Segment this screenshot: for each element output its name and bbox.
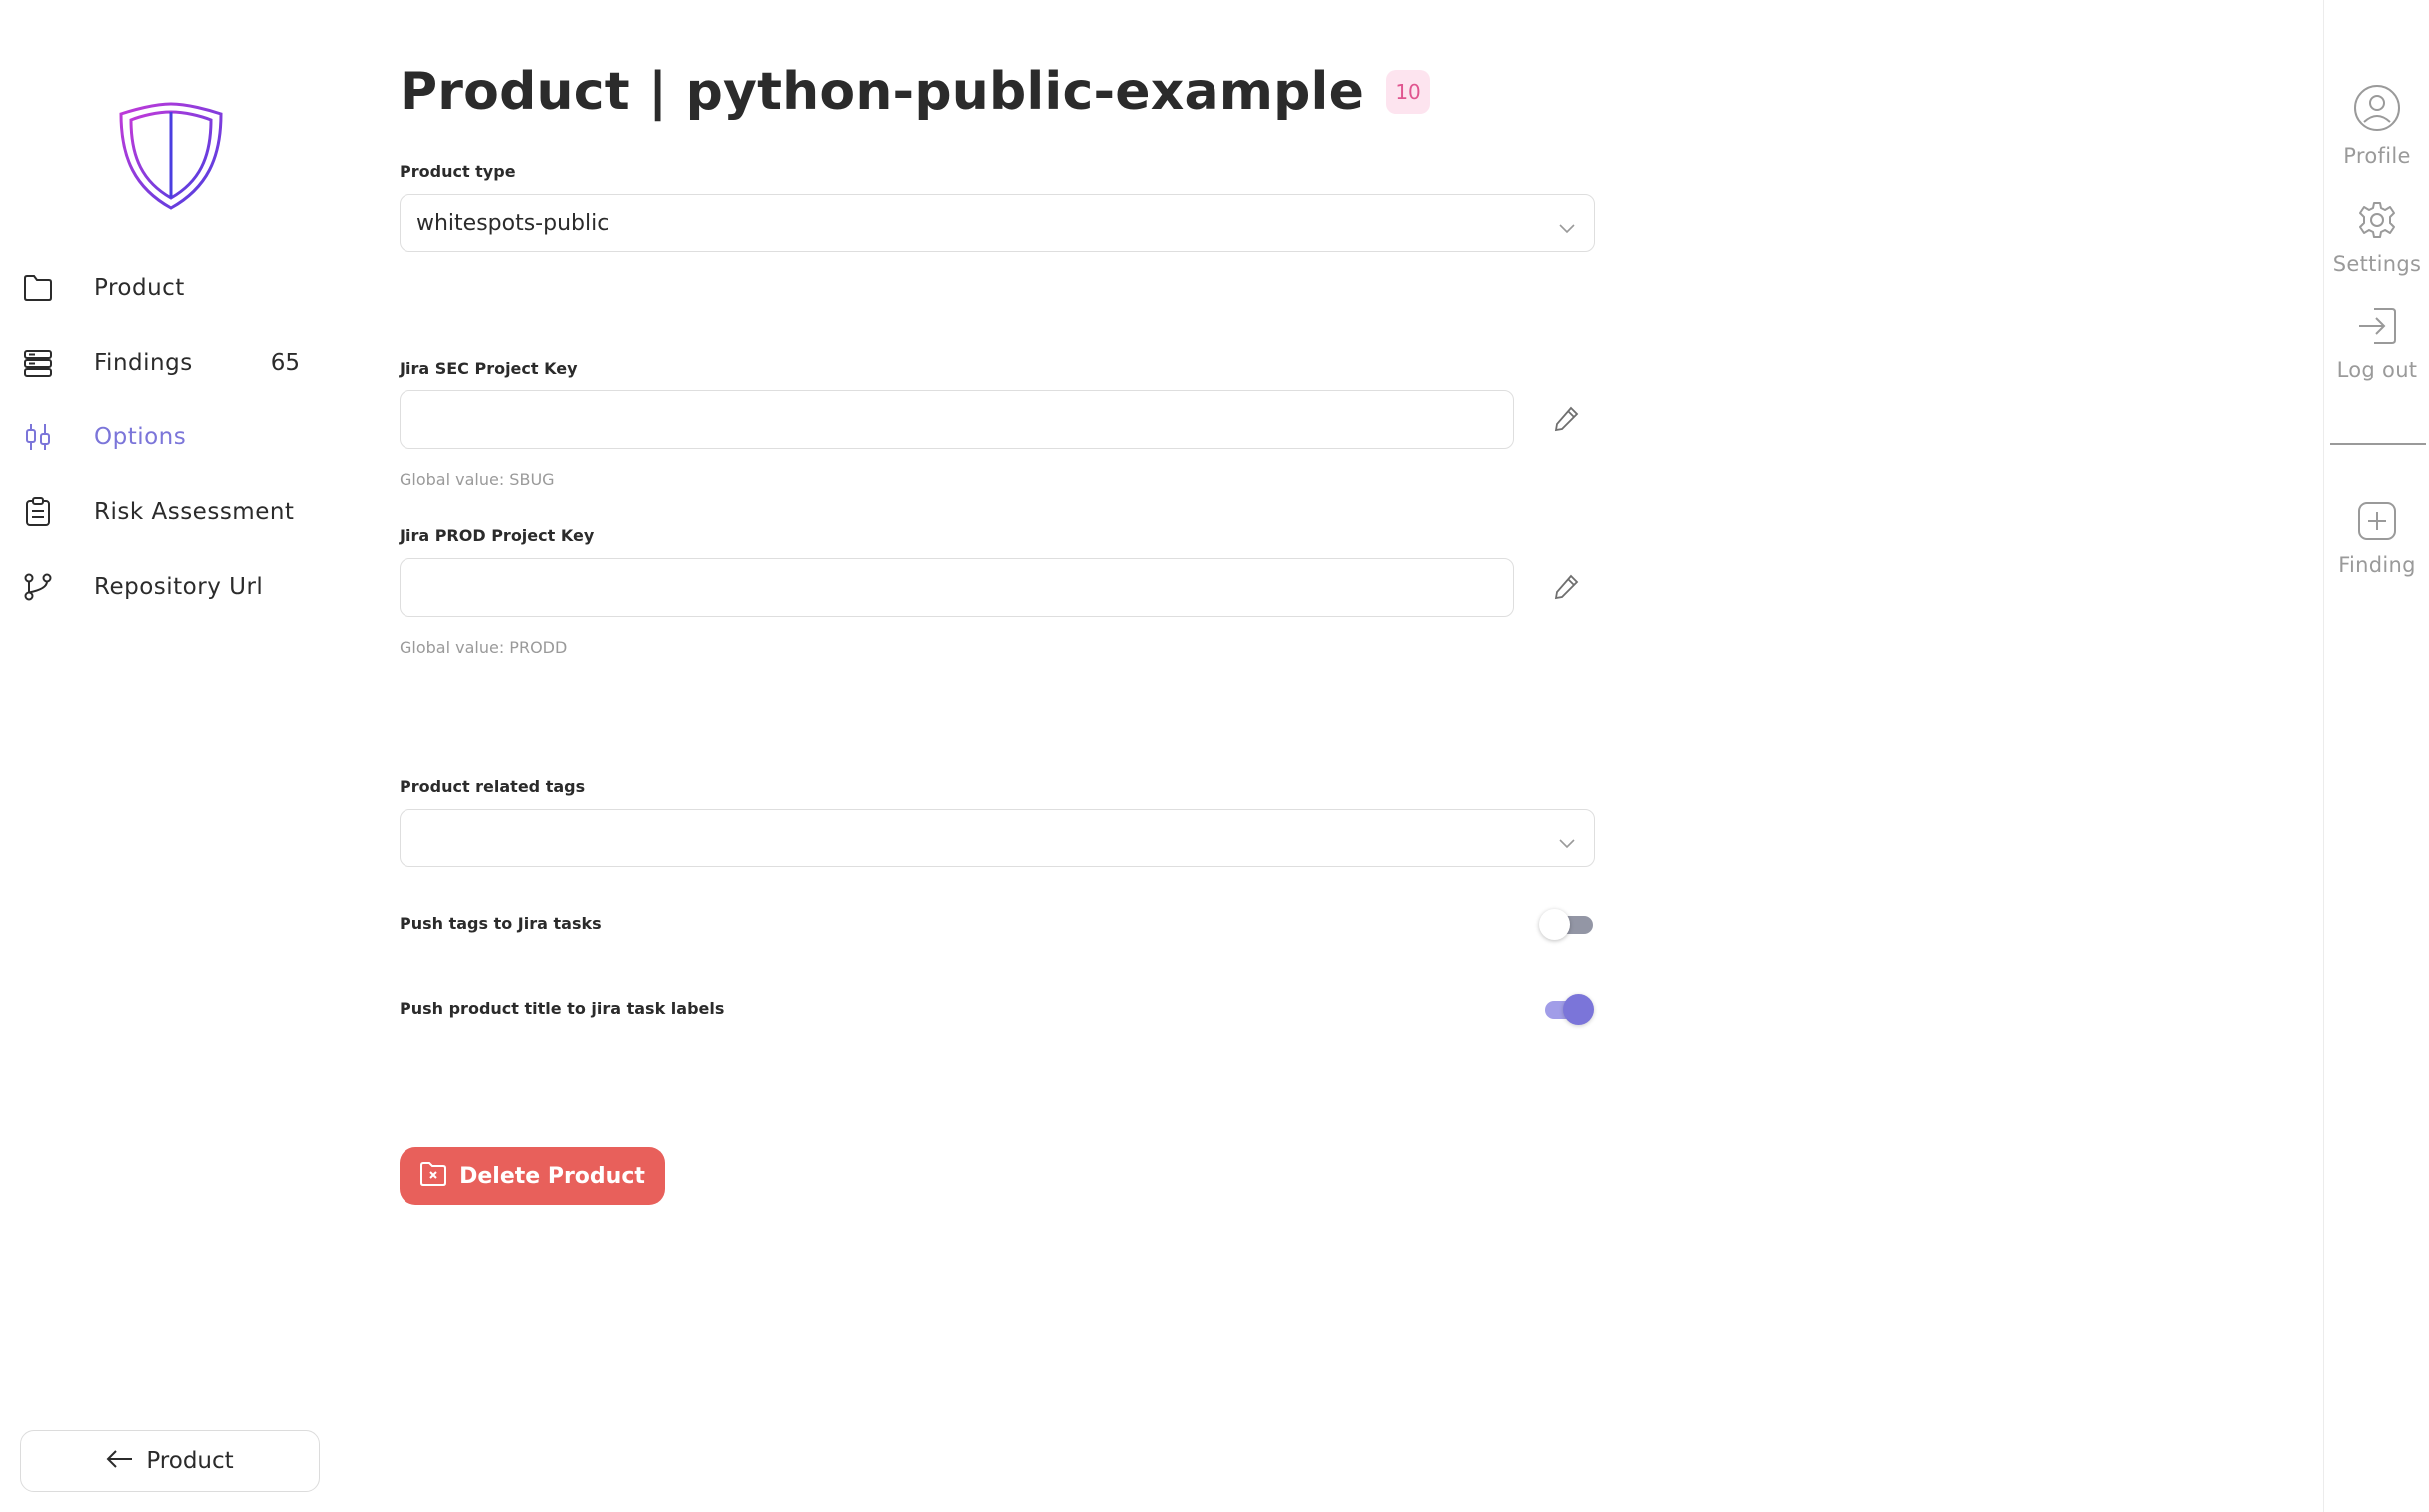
shield-logo-icon: [115, 100, 227, 212]
git-branch-icon: [20, 569, 56, 605]
sidebar-item-findings[interactable]: Findings 65: [20, 325, 320, 399]
settings-label: Settings: [2332, 252, 2422, 276]
product-tags-label: Product related tags: [400, 777, 586, 796]
folder-delete-icon: [419, 1161, 447, 1191]
chevron-down-icon: [1558, 830, 1576, 855]
product-type-select[interactable]: whitespots-public: [400, 194, 1595, 252]
count-badge: 10: [1386, 70, 1431, 114]
delete-product-button[interactable]: Delete Product: [400, 1147, 665, 1205]
product-type-label: Product type: [400, 162, 516, 181]
arrow-left-icon: [106, 1449, 134, 1473]
jira-prod-global-hint: Global value: PRODD: [400, 638, 568, 657]
page-header: Product | python-public-example 10: [400, 62, 1431, 122]
finding-label: Finding: [2338, 553, 2416, 577]
sidebar-item-label: Risk Assessment: [94, 498, 295, 525]
profile-button[interactable]: Profile: [2324, 84, 2429, 168]
pencil-icon[interactable]: [1552, 573, 1580, 601]
findings-count: 65: [270, 349, 300, 376]
sidebar-item-label: Product: [94, 274, 185, 301]
right-sidebar: Profile Settings Log out Finding: [2323, 0, 2429, 1512]
sidebar-item-label: Repository Url: [94, 573, 264, 600]
divider: [2330, 443, 2426, 445]
jira-sec-global-hint: Global value: SBUG: [400, 470, 555, 489]
back-to-product-button[interactable]: Product: [20, 1430, 320, 1492]
jira-sec-project-key-input[interactable]: [400, 390, 1514, 449]
sidebar-item-risk-assessment[interactable]: Risk Assessment: [20, 474, 320, 549]
push-title-label: Push product title to jira task labels: [400, 999, 725, 1018]
jira-sec-label: Jira SEC Project Key: [400, 359, 578, 378]
back-button-label: Product: [146, 1448, 234, 1474]
logout-button[interactable]: Log out: [2324, 306, 2429, 381]
folder-icon: [20, 270, 56, 306]
push-tags-toggle[interactable]: [1539, 907, 1595, 941]
push-tags-label: Push tags to Jira tasks: [400, 914, 602, 933]
gear-icon: [2357, 200, 2397, 244]
pencil-icon[interactable]: [1552, 405, 1580, 433]
left-sidebar: Product Findings 65 Options Risk Assessm…: [0, 0, 340, 1512]
push-title-toggle[interactable]: [1539, 992, 1595, 1026]
user-icon: [2353, 84, 2401, 136]
sidebar-item-repository-url[interactable]: Repository Url: [20, 549, 320, 624]
chevron-down-icon: [1558, 215, 1576, 240]
sidebar-item-label: Options: [94, 423, 187, 450]
findings-icon: [20, 345, 56, 380]
logout-label: Log out: [2336, 358, 2418, 381]
sidebar-item-options[interactable]: Options: [20, 399, 320, 474]
page-title: Product | python-public-example: [400, 62, 1365, 122]
plus-square-icon: [2357, 501, 2397, 545]
delete-product-label: Delete Product: [459, 1163, 645, 1189]
profile-label: Profile: [2343, 144, 2411, 168]
options-icon: [20, 419, 56, 455]
jira-prod-label: Jira PROD Project Key: [400, 526, 595, 545]
add-finding-button[interactable]: Finding: [2324, 501, 2429, 577]
settings-button[interactable]: Settings: [2324, 200, 2429, 276]
clipboard-icon: [20, 494, 56, 530]
product-tags-select[interactable]: [400, 809, 1595, 867]
sidebar-nav: Product Findings 65 Options Risk Assessm…: [20, 250, 320, 624]
jira-prod-project-key-input[interactable]: [400, 558, 1514, 617]
sidebar-item-product[interactable]: Product: [20, 250, 320, 325]
logout-icon: [2356, 306, 2398, 350]
product-type-value: whitespots-public: [416, 210, 610, 236]
sidebar-item-label: Findings: [94, 349, 193, 376]
